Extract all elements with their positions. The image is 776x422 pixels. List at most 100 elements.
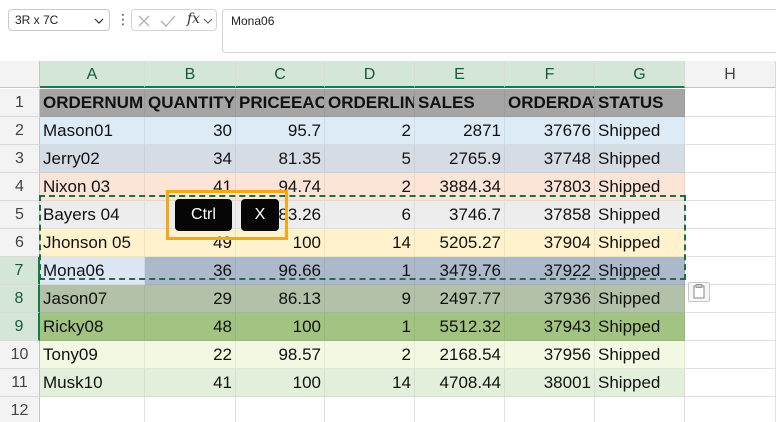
column-header-b[interactable]: B [145, 61, 236, 88]
cell-d2[interactable]: 2 [325, 117, 415, 145]
cell-f9[interactable]: 37943 [505, 313, 595, 341]
cell-c2[interactable]: 95.7 [236, 117, 325, 145]
row-header-11[interactable]: 11 [0, 369, 40, 397]
cell-d5[interactable]: 6 [325, 201, 415, 229]
cell-c11[interactable]: 100 [236, 369, 325, 397]
row-header-2[interactable]: 2 [0, 117, 40, 145]
cell-d7[interactable]: 1 [325, 257, 415, 285]
cell-e7[interactable]: 3479.76 [415, 257, 505, 285]
paste-options-icon[interactable] [688, 282, 710, 302]
cell-g8[interactable]: Shipped [595, 285, 685, 313]
cell-h9[interactable] [685, 313, 776, 341]
cell-h2[interactable] [685, 117, 776, 145]
cell-c1[interactable]: PRICEEACH [236, 89, 325, 117]
cell-h3[interactable] [685, 145, 776, 173]
cell-h10[interactable] [685, 341, 776, 369]
cell-a3[interactable]: Jerry02 [40, 145, 145, 173]
chevron-down-icon[interactable] [203, 16, 213, 26]
cell-c12[interactable] [236, 397, 325, 422]
cell-g1[interactable]: STATUS [595, 89, 685, 117]
row-header-4[interactable]: 4 [0, 173, 40, 201]
name-box[interactable]: 3R x 7C [8, 9, 110, 31]
cell-h11[interactable] [685, 369, 776, 397]
cell-h1[interactable] [685, 89, 776, 117]
row-header-9[interactable]: 9 [0, 313, 40, 341]
column-header-c[interactable]: C [236, 61, 325, 88]
column-header-a[interactable]: A [40, 61, 145, 88]
cell-e6[interactable]: 5205.27 [415, 229, 505, 257]
row-header-3[interactable]: 3 [0, 145, 40, 173]
insert-function-icon[interactable]: fx [187, 11, 200, 27]
cell-g4[interactable]: Shipped [595, 173, 685, 201]
cell-a2[interactable]: Mason01 [40, 117, 145, 145]
cell-c3[interactable]: 81.35 [236, 145, 325, 173]
cell-e5[interactable]: 3746.7 [415, 201, 505, 229]
column-header-d[interactable]: D [325, 61, 415, 88]
cell-a5[interactable]: Bayers 04 [40, 201, 145, 229]
cell-b11[interactable]: 41 [145, 369, 236, 397]
column-header-f[interactable]: F [505, 61, 595, 88]
cell-a9[interactable]: Ricky08 [40, 313, 145, 341]
cell-f3[interactable]: 37748 [505, 145, 595, 173]
cell-f5[interactable]: 37858 [505, 201, 595, 229]
cell-h12[interactable] [685, 397, 776, 422]
cell-f12[interactable] [505, 397, 595, 422]
cell-e4[interactable]: 3884.34 [415, 173, 505, 201]
cell-f1[interactable]: ORDERDATE [505, 89, 595, 117]
column-header-g[interactable]: G [595, 61, 685, 88]
cell-d8[interactable]: 9 [325, 285, 415, 313]
cell-d6[interactable]: 14 [325, 229, 415, 257]
cell-f4[interactable]: 37803 [505, 173, 595, 201]
cell-g7[interactable]: Shipped [595, 257, 685, 285]
row-header-5[interactable]: 5 [0, 201, 40, 229]
cell-b1[interactable]: QUANTITY [145, 89, 236, 117]
cell-c10[interactable]: 98.57 [236, 341, 325, 369]
row-header-12[interactable]: 12 [0, 397, 40, 422]
cell-g6[interactable]: Shipped [595, 229, 685, 257]
cell-e1[interactable]: SALES [415, 89, 505, 117]
cell-f6[interactable]: 37904 [505, 229, 595, 257]
cell-g3[interactable]: Shipped [595, 145, 685, 173]
cell-h6[interactable] [685, 229, 776, 257]
cell-d4[interactable]: 2 [325, 173, 415, 201]
cell-a1[interactable]: ORDERNUMBER [40, 89, 145, 117]
more-options-icon[interactable]: ⋮ [116, 11, 130, 27]
cell-a10[interactable]: Tony09 [40, 341, 145, 369]
cell-g2[interactable]: Shipped [595, 117, 685, 145]
cell-e10[interactable]: 2168.54 [415, 341, 505, 369]
cell-b10[interactable]: 22 [145, 341, 236, 369]
cell-f7[interactable]: 37922 [505, 257, 595, 285]
row-header-10[interactable]: 10 [0, 341, 40, 369]
cell-g12[interactable] [595, 397, 685, 422]
cell-a6[interactable]: Jhonson 05 [40, 229, 145, 257]
cell-d10[interactable]: 2 [325, 341, 415, 369]
cell-d11[interactable]: 14 [325, 369, 415, 397]
cell-f8[interactable]: 37936 [505, 285, 595, 313]
cell-e11[interactable]: 4708.44 [415, 369, 505, 397]
cell-g10[interactable]: Shipped [595, 341, 685, 369]
cell-a12[interactable] [40, 397, 145, 422]
cell-d1[interactable]: ORDERLINE [325, 89, 415, 117]
cell-h7[interactable] [685, 257, 776, 285]
cell-b12[interactable] [145, 397, 236, 422]
row-header-6[interactable]: 6 [0, 229, 40, 257]
cell-b3[interactable]: 34 [145, 145, 236, 173]
cell-b2[interactable]: 30 [145, 117, 236, 145]
check-icon[interactable] [160, 14, 176, 28]
cell-d12[interactable] [325, 397, 415, 422]
select-all-corner[interactable] [0, 61, 40, 88]
cell-d3[interactable]: 5 [325, 145, 415, 173]
cell-f10[interactable]: 37956 [505, 341, 595, 369]
cell-e8[interactable]: 2497.77 [415, 285, 505, 313]
column-header-e[interactable]: E [415, 61, 505, 88]
formula-input[interactable]: Mona06 [222, 9, 776, 53]
cell-d9[interactable]: 1 [325, 313, 415, 341]
cell-c9[interactable]: 100 [236, 313, 325, 341]
cancel-icon[interactable] [137, 14, 151, 28]
cell-c7[interactable]: 96.66 [236, 257, 325, 285]
row-header-8[interactable]: 8 [0, 285, 40, 313]
cell-c8[interactable]: 86.13 [236, 285, 325, 313]
cell-a11[interactable]: Musk10 [40, 369, 145, 397]
cell-e3[interactable]: 2765.9 [415, 145, 505, 173]
chevron-down-icon[interactable] [94, 16, 104, 26]
